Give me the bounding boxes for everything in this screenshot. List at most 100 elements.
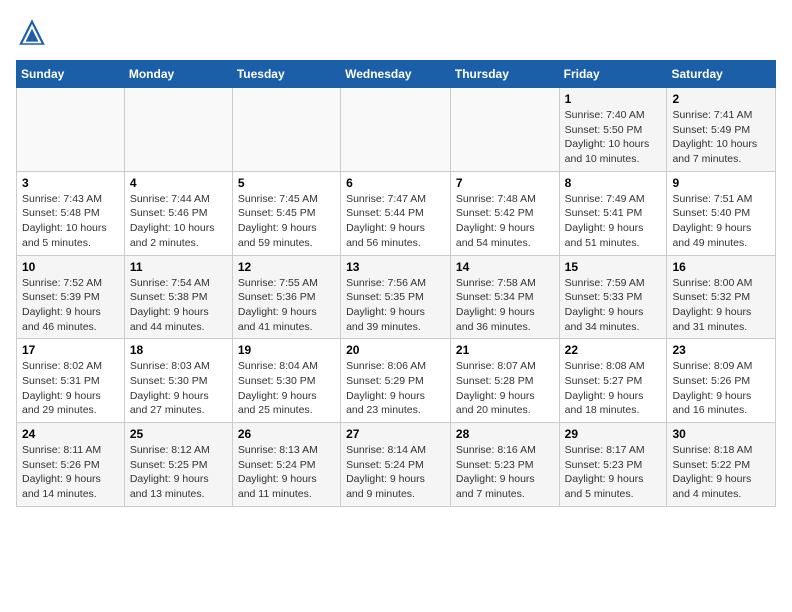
logo-icon (16, 16, 48, 48)
day-number: 8 (565, 176, 662, 190)
calendar-cell: 5Sunrise: 7:45 AM Sunset: 5:45 PM Daylig… (232, 171, 340, 255)
calendar-cell: 9 Sunrise: 7:51 AM Sunset: 5:40 PM Daylig… (667, 171, 776, 255)
day-info: Sunrise: 8:06 AM Sunset: 5:29 PM Dayligh… (346, 359, 445, 418)
day-number: 21 (456, 343, 554, 357)
day-info: Sunrise: 7:43 AM Sunset: 5:48 PM Dayligh… (22, 192, 119, 251)
day-info: Sunrise: 8:16 AM Sunset: 5:23 PM Dayligh… (456, 443, 554, 502)
calendar-cell: 23 Sunrise: 8:09 AM Sunset: 5:26 PM Dayli… (667, 339, 776, 423)
calendar-cell: 6 Sunrise: 7:47 AM Sunset: 5:44 PM Daylig… (341, 171, 451, 255)
day-info: Sunrise: 8:09 AM Sunset: 5:26 PM Dayligh… (672, 359, 770, 418)
weekday-saturday: Saturday (667, 61, 776, 88)
calendar-cell: 18 Sunrise: 8:03 AM Sunset: 5:30 PM Dayli… (124, 339, 232, 423)
calendar-cell (232, 88, 340, 172)
day-info: Sunrise: 8:07 AM Sunset: 5:28 PM Dayligh… (456, 359, 554, 418)
calendar-cell: 14 Sunrise: 7:58 AM Sunset: 5:34 PM Dayli… (450, 255, 559, 339)
day-info: Sunrise: 7:41 AM Sunset: 5:49 PM Dayligh… (672, 108, 770, 167)
calendar-cell: 7 Sunrise: 7:48 AM Sunset: 5:42 PM Daylig… (450, 171, 559, 255)
day-info: Sunrise: 7:52 AM Sunset: 5:39 PM Dayligh… (22, 276, 119, 335)
weekday-tuesday: Tuesday (232, 61, 340, 88)
day-info: Sunrise: 7:55 AM Sunset: 5:36 PM Dayligh… (238, 276, 335, 335)
calendar-cell (450, 88, 559, 172)
weekday-friday: Friday (559, 61, 667, 88)
day-info: Sunrise: 8:14 AM Sunset: 5:24 PM Dayligh… (346, 443, 445, 502)
day-number: 4 (130, 176, 227, 190)
day-info: Sunrise: 7:47 AM Sunset: 5:44 PM Dayligh… (346, 192, 445, 251)
day-number: 20 (346, 343, 445, 357)
day-info: Sunrise: 7:48 AM Sunset: 5:42 PM Dayligh… (456, 192, 554, 251)
calendar-cell: 25 Sunrise: 8:12 AM Sunset: 5:25 PM Dayli… (124, 423, 232, 507)
calendar-cell: 19 Sunrise: 8:04 AM Sunset: 5:30 PM Dayli… (232, 339, 340, 423)
day-info: Sunrise: 8:13 AM Sunset: 5:24 PM Dayligh… (238, 443, 335, 502)
day-number: 2 (672, 92, 770, 106)
day-number: 10 (22, 260, 119, 274)
day-number: 30 (672, 427, 770, 441)
calendar-cell: 16 Sunrise: 8:00 AM Sunset: 5:32 PM Dayli… (667, 255, 776, 339)
calendar-week-5: 24 Sunrise: 8:11 AM Sunset: 5:26 PM Dayli… (17, 423, 776, 507)
weekday-wednesday: Wednesday (341, 61, 451, 88)
day-info: Sunrise: 8:04 AM Sunset: 5:30 PM Dayligh… (238, 359, 335, 418)
weekday-monday: Monday (124, 61, 232, 88)
calendar-cell: 24 Sunrise: 8:11 AM Sunset: 5:26 PM Dayli… (17, 423, 125, 507)
calendar-cell: 3 Sunrise: 7:43 AM Sunset: 5:48 PM Daylig… (17, 171, 125, 255)
calendar-week-3: 10 Sunrise: 7:52 AM Sunset: 5:39 PM Dayli… (17, 255, 776, 339)
day-number: 23 (672, 343, 770, 357)
calendar-table: SundayMondayTuesdayWednesdayThursdayFrid… (16, 60, 776, 507)
day-number: 28 (456, 427, 554, 441)
calendar-cell: 10 Sunrise: 7:52 AM Sunset: 5:39 PM Dayli… (17, 255, 125, 339)
day-number: 12 (238, 260, 335, 274)
calendar-cell (124, 88, 232, 172)
calendar-cell: 8 Sunrise: 7:49 AM Sunset: 5:41 PM Daylig… (559, 171, 667, 255)
day-info: Sunrise: 7:44 AM Sunset: 5:46 PM Dayligh… (130, 192, 227, 251)
day-info: Sunrise: 7:51 AM Sunset: 5:40 PM Dayligh… (672, 192, 770, 251)
calendar-cell: 15 Sunrise: 7:59 AM Sunset: 5:33 PM Dayli… (559, 255, 667, 339)
day-number: 18 (130, 343, 227, 357)
day-number: 3 (22, 176, 119, 190)
day-number: 9 (672, 176, 770, 190)
calendar-week-1: 1Sunrise: 7:40 AM Sunset: 5:50 PM Daylig… (17, 88, 776, 172)
page-header (16, 16, 776, 48)
day-number: 22 (565, 343, 662, 357)
day-number: 6 (346, 176, 445, 190)
weekday-thursday: Thursday (450, 61, 559, 88)
day-number: 29 (565, 427, 662, 441)
day-number: 14 (456, 260, 554, 274)
day-number: 24 (22, 427, 119, 441)
calendar-cell: 27 Sunrise: 8:14 AM Sunset: 5:24 PM Dayli… (341, 423, 451, 507)
calendar-cell: 2 Sunrise: 7:41 AM Sunset: 5:49 PM Daylig… (667, 88, 776, 172)
day-info: Sunrise: 7:49 AM Sunset: 5:41 PM Dayligh… (565, 192, 662, 251)
calendar-week-2: 3 Sunrise: 7:43 AM Sunset: 5:48 PM Daylig… (17, 171, 776, 255)
day-number: 27 (346, 427, 445, 441)
day-info: Sunrise: 7:45 AM Sunset: 5:45 PM Dayligh… (238, 192, 335, 251)
day-number: 17 (22, 343, 119, 357)
day-info: Sunrise: 7:56 AM Sunset: 5:35 PM Dayligh… (346, 276, 445, 335)
day-info: Sunrise: 8:17 AM Sunset: 5:23 PM Dayligh… (565, 443, 662, 502)
day-number: 26 (238, 427, 335, 441)
day-info: Sunrise: 8:11 AM Sunset: 5:26 PM Dayligh… (22, 443, 119, 502)
day-info: Sunrise: 7:59 AM Sunset: 5:33 PM Dayligh… (565, 276, 662, 335)
day-number: 25 (130, 427, 227, 441)
calendar-cell: 29 Sunrise: 8:17 AM Sunset: 5:23 PM Dayli… (559, 423, 667, 507)
day-info: Sunrise: 8:00 AM Sunset: 5:32 PM Dayligh… (672, 276, 770, 335)
day-info: Sunrise: 7:58 AM Sunset: 5:34 PM Dayligh… (456, 276, 554, 335)
day-info: Sunrise: 8:12 AM Sunset: 5:25 PM Dayligh… (130, 443, 227, 502)
calendar-cell (17, 88, 125, 172)
logo (16, 16, 52, 48)
day-info: Sunrise: 7:40 AM Sunset: 5:50 PM Dayligh… (565, 108, 662, 167)
weekday-header-row: SundayMondayTuesdayWednesdayThursdayFrid… (17, 61, 776, 88)
day-number: 15 (565, 260, 662, 274)
day-number: 7 (456, 176, 554, 190)
calendar-cell: 22 Sunrise: 8:08 AM Sunset: 5:27 PM Dayli… (559, 339, 667, 423)
calendar-cell: 12 Sunrise: 7:55 AM Sunset: 5:36 PM Dayli… (232, 255, 340, 339)
calendar-cell: 26 Sunrise: 8:13 AM Sunset: 5:24 PM Dayli… (232, 423, 340, 507)
calendar-cell: 13 Sunrise: 7:56 AM Sunset: 5:35 PM Dayli… (341, 255, 451, 339)
calendar-cell: 11Sunrise: 7:54 AM Sunset: 5:38 PM Dayli… (124, 255, 232, 339)
day-number: 19 (238, 343, 335, 357)
day-info: Sunrise: 8:08 AM Sunset: 5:27 PM Dayligh… (565, 359, 662, 418)
day-info: Sunrise: 8:02 AM Sunset: 5:31 PM Dayligh… (22, 359, 119, 418)
day-info: Sunrise: 8:03 AM Sunset: 5:30 PM Dayligh… (130, 359, 227, 418)
day-number: 13 (346, 260, 445, 274)
calendar-cell: 21 Sunrise: 8:07 AM Sunset: 5:28 PM Dayli… (450, 339, 559, 423)
day-number: 16 (672, 260, 770, 274)
calendar-week-4: 17 Sunrise: 8:02 AM Sunset: 5:31 PM Dayli… (17, 339, 776, 423)
weekday-sunday: Sunday (17, 61, 125, 88)
